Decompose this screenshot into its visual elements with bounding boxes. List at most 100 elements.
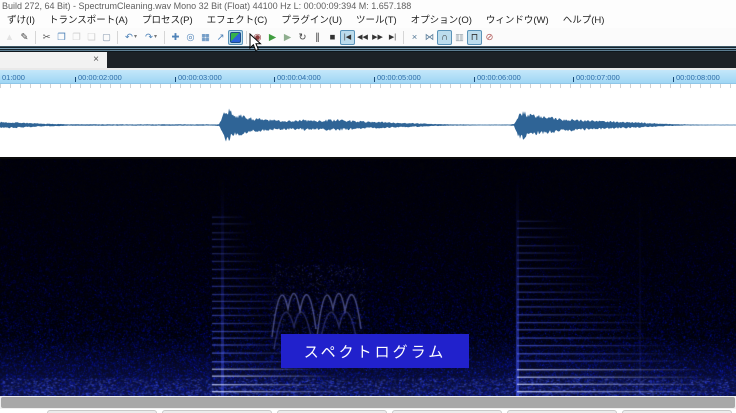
waveform-panel[interactable] (0, 84, 736, 157)
ruler-tick (474, 77, 475, 82)
ruler-timestamp: 00:00:02:000 (78, 73, 122, 82)
spectrogram-panel[interactable]: スペクトログラム (0, 157, 736, 396)
spectrogram-label-text: スペクトログラム (304, 341, 447, 362)
import-icon-glyph: ▲ (5, 30, 14, 45)
zoom-selection-icon-glyph: ✚ (172, 30, 180, 45)
play-icon-glyph: ▶ (284, 30, 291, 45)
menu-window[interactable]: ウィンドウ(W) (479, 13, 556, 28)
undo-icon[interactable]: ↶▾ (121, 30, 141, 45)
copy-icon[interactable]: ❐ (54, 30, 69, 45)
ruler-timestamp: 00:00:07:000 (576, 73, 620, 82)
paste-icon[interactable]: ❐ (69, 30, 84, 45)
cut-icon-glyph: ✂ (43, 30, 51, 45)
zoom-selection-icon[interactable]: ✚ (168, 30, 183, 45)
docked-windows-strip (0, 409, 736, 413)
ruler-tick (573, 77, 574, 82)
zoom-window-icon[interactable]: ◎ (183, 30, 198, 45)
zoom-window-icon-glyph: ◎ (186, 30, 194, 45)
scrollbar-thumb[interactable] (1, 397, 735, 408)
toolbar-separator (164, 31, 165, 44)
loop-playback-icon[interactable]: ↻ (295, 30, 310, 45)
stop-icon[interactable]: ■ (325, 30, 340, 45)
menu-tools[interactable]: ツール(T) (349, 13, 404, 28)
menu-transport[interactable]: トランスポート(A) (42, 13, 135, 28)
trim-icon-glyph: ▢ (102, 30, 111, 45)
group-icon[interactable]: ▥ (452, 30, 467, 45)
edit-tool-icon[interactable]: ✎ (17, 30, 32, 45)
snap-lock-icon-glyph: ⊓ (471, 30, 478, 45)
loop-playback-icon-glyph: ↻ (299, 30, 307, 45)
menu-options[interactable]: オプション(O) (404, 13, 479, 28)
magnify-tool-icon[interactable]: ↗ (213, 30, 228, 45)
spectrum-chip (230, 32, 241, 43)
menu-process[interactable]: プロセス(P) (135, 13, 200, 28)
menu-help[interactable]: ヘルプ(H) (556, 13, 612, 28)
ruler-tick (175, 77, 176, 82)
ruler-tick (374, 77, 375, 82)
ruler-tick (75, 77, 76, 82)
group-icon-glyph: ▥ (455, 30, 464, 45)
window-title: Build 272, 64 Bit) - SpectrumCleaning.wa… (0, 0, 736, 12)
window-title-text: Build 272, 64 Bit) - SpectrumCleaning.wa… (2, 1, 411, 11)
spectrum-display-icon[interactable] (228, 30, 243, 45)
pause-icon[interactable]: ∥ (310, 30, 325, 45)
auto-trim-icon[interactable]: × (407, 30, 422, 45)
toolbar: ▲✎✂❐❐❏▢↶▾↷▾✚◎▦↗◉▶▶↻∥■|◀◀◀▶▶▶|×⋈∩▥⊓⊘ (0, 28, 736, 46)
toolbar-separator (246, 31, 247, 44)
tab-bar: × (0, 52, 736, 68)
snap-icon[interactable]: ∩ (437, 30, 452, 45)
zoom-overview-icon[interactable]: ▦ (198, 30, 213, 45)
pause-icon-glyph: ∥ (315, 30, 320, 45)
mouse-cursor (249, 33, 262, 52)
waveform[interactable] (0, 84, 736, 157)
toolbar-separator (117, 31, 118, 44)
ruler-timestamp: 00:00:06:000 (477, 73, 521, 82)
go-to-start-icon-glyph: |◀ (344, 30, 351, 45)
go-to-end-icon[interactable]: ▶| (385, 30, 400, 45)
horizontal-scrollbar[interactable] (0, 396, 736, 409)
pencil-disabled-icon[interactable]: ⊘ (482, 30, 497, 45)
menu-truncated[interactable]: ずけ(I) (0, 13, 42, 28)
menu-effects[interactable]: エフェクト(C) (200, 13, 275, 28)
menu-plugins[interactable]: プラグイン(U) (274, 13, 349, 28)
dropdown-caret-icon[interactable]: ▾ (134, 30, 137, 45)
play-icon[interactable]: ▶ (280, 30, 295, 45)
snap-lock-icon[interactable]: ⊓ (467, 30, 482, 45)
document-tab[interactable]: × (0, 52, 107, 68)
paste-special-icon-glyph: ❏ (87, 30, 96, 45)
import-icon[interactable]: ▲ (2, 30, 17, 45)
time-ruler[interactable]: 01:00000:00:02:00000:00:03:00000:00:04:0… (0, 70, 736, 84)
forward-icon-glyph: ▶▶ (372, 30, 383, 45)
paste-special-icon[interactable]: ❏ (84, 30, 99, 45)
ruler-tick (673, 77, 674, 82)
dropdown-caret-icon[interactable]: ▾ (154, 30, 157, 45)
paste-icon-glyph: ❐ (72, 30, 81, 45)
tab-close-icon[interactable]: × (93, 53, 99, 67)
waveform-shape (0, 109, 736, 142)
ruler-timestamp: 00:00:08:000 (676, 73, 720, 82)
go-to-start-icon[interactable]: |◀ (340, 30, 355, 45)
play-all-icon-glyph: ▶ (269, 30, 276, 45)
play-all-icon[interactable]: ▶ (265, 30, 280, 45)
redo-icon-glyph: ↷ (145, 30, 153, 45)
ruler-timestamp: 01:000 (2, 73, 25, 82)
stop-icon-glyph: ■ (330, 30, 336, 45)
pencil-disabled-icon-glyph: ⊘ (486, 30, 494, 45)
rewind-icon-glyph: ◀◀ (357, 30, 368, 45)
rewind-icon[interactable]: ◀◀ (355, 30, 370, 45)
forward-icon[interactable]: ▶▶ (370, 30, 385, 45)
undo-icon-glyph: ↶ (125, 30, 133, 45)
ruler-tick (274, 77, 275, 82)
crossfade-icon[interactable]: ⋈ (422, 30, 437, 45)
toolbar-separator (403, 31, 404, 44)
trim-icon[interactable]: ▢ (99, 30, 114, 45)
zoom-overview-icon-glyph: ▦ (201, 30, 210, 45)
go-to-end-icon-glyph: ▶| (389, 30, 396, 45)
redo-icon[interactable]: ↷▾ (141, 30, 161, 45)
cut-icon[interactable]: ✂ (39, 30, 54, 45)
snap-icon-glyph: ∩ (441, 30, 448, 45)
menu-bar: ずけ(I)トランスポート(A)プロセス(P)エフェクト(C)プラグイン(U)ツー… (0, 12, 736, 29)
ruler-timestamp: 00:00:04:000 (277, 73, 321, 82)
ruler-timestamp: 00:00:05:000 (377, 73, 421, 82)
auto-trim-icon-glyph: × (412, 30, 418, 45)
